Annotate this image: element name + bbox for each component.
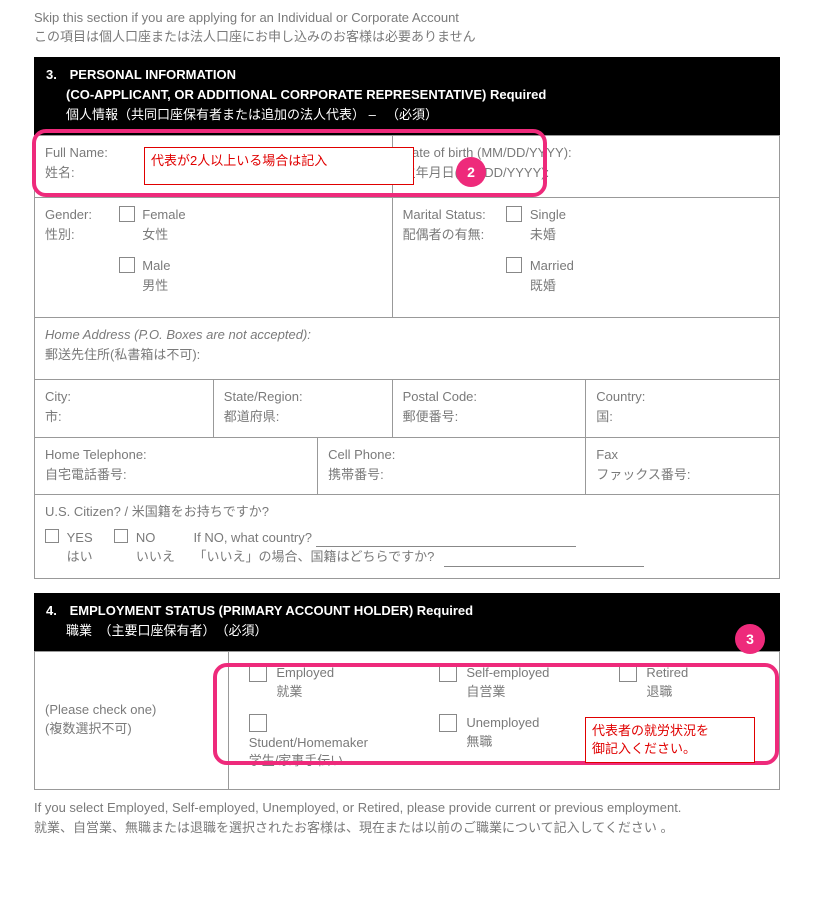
- section3-num: 3.: [46, 65, 66, 85]
- cell-phone-cell[interactable]: Cell Phone: 携帯番号:: [318, 438, 586, 495]
- checkbox-female[interactable]: [119, 206, 135, 222]
- checkbox-married[interactable]: [506, 257, 522, 273]
- home-tel-cell[interactable]: Home Telephone: 自宅電話番号:: [35, 438, 318, 495]
- checkbox-student[interactable]: [249, 714, 267, 732]
- skip-en: Skip this section if you are applying fo…: [34, 9, 780, 28]
- section3-title-en2: (CO-APPLICANT, OR ADDITIONAL CORPORATE R…: [66, 87, 546, 102]
- fax-cell[interactable]: Fax ファックス番号:: [586, 438, 780, 495]
- city-cell[interactable]: City: 市:: [35, 380, 214, 438]
- section3-title-en1: PERSONAL INFORMATION: [70, 67, 236, 82]
- section4-title-jp: 職業 （主要口座保有者） （必須）: [66, 623, 268, 638]
- checkbox-self-employed[interactable]: [439, 664, 457, 682]
- checkbox-unemployed[interactable]: [439, 714, 457, 732]
- country-line-2[interactable]: [444, 553, 644, 567]
- checkbox-no[interactable]: [114, 529, 128, 543]
- section4-num: 4.: [46, 601, 66, 621]
- section4-header: 4. EMPLOYMENT STATUS (PRIMARY ACCOUNT HO…: [34, 593, 780, 651]
- section3-title-jp: 個人情報（共同口座保有者または追加の法人代表） – （必須）: [66, 107, 438, 122]
- citizen-cell: U.S. Citizen? / 米国籍をお持ちですか? YES はい NO いい…: [35, 495, 780, 579]
- checkbox-retired[interactable]: [619, 664, 637, 682]
- state-cell[interactable]: State/Region: 都道府県:: [213, 380, 392, 438]
- checkbox-employed[interactable]: [249, 664, 267, 682]
- checkbox-male[interactable]: [119, 257, 135, 273]
- section4-title-en: EMPLOYMENT STATUS (PRIMARY ACCOUNT HOLDE…: [70, 603, 473, 618]
- postal-cell[interactable]: Postal Code: 郵便番号:: [392, 380, 586, 438]
- annotation-red-2: 代表者の就労状況を 御記入ください。: [585, 717, 755, 763]
- country-line-1[interactable]: [316, 533, 576, 547]
- country-cell[interactable]: Country: 国:: [586, 380, 780, 438]
- checkbox-yes[interactable]: [45, 529, 59, 543]
- check-one-cell: (Please check one) (複数選択不可): [35, 652, 229, 790]
- bottom-note: If you select Employed, Self-employed, U…: [34, 798, 780, 838]
- skip-jp: この項目は個人口座または法人口座にお申し込みのお客様は必要ありません: [34, 28, 780, 47]
- marital-cell: Marital Status: 配偶者の有無: Single 未婚: [392, 198, 779, 318]
- gender-cell: Gender: 性別: Female 女性 Male: [35, 198, 393, 318]
- dob-cell[interactable]: Date of birth (MM/DD/YYYY): 生年月日(MM/DD/Y…: [392, 136, 779, 198]
- skip-note: Skip this section if you are applying fo…: [34, 9, 780, 47]
- home-address-cell[interactable]: Home Address (P.O. Boxes are not accepte…: [35, 318, 780, 380]
- personal-info-table: Full Name: 姓名: Date of birth (MM/DD/YYYY…: [34, 135, 780, 579]
- annotation-red-1: 代表が2人以上いる場合は記入: [144, 147, 414, 185]
- section3-header: 3. PERSONAL INFORMATION (CO-APPLICANT, O…: [34, 57, 780, 135]
- checkbox-single[interactable]: [506, 206, 522, 222]
